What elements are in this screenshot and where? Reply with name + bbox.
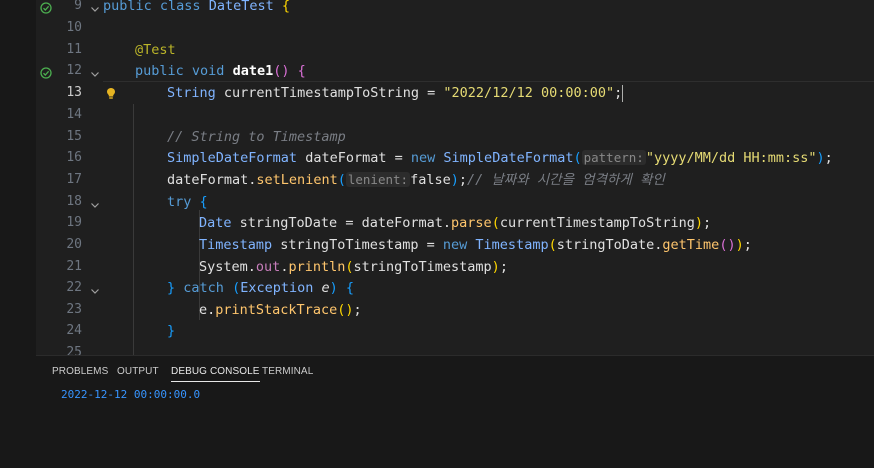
code-text: try { xyxy=(167,194,208,210)
line-number: 14 xyxy=(66,107,82,122)
line-number: 18 xyxy=(66,194,82,209)
code-text: System.out.println(stringToTimestamp); xyxy=(199,259,508,275)
line-number: 22 xyxy=(66,280,82,295)
code-line-13[interactable]: 13 String currentTimestampToString = "20… xyxy=(36,82,874,104)
tab-problems[interactable]: PROBLEMS xyxy=(52,366,108,377)
code-line-17[interactable]: 17 dateFormat.setLenient(lenient: false);… xyxy=(36,169,874,191)
line-number: 20 xyxy=(66,237,82,252)
line-number: 16 xyxy=(66,150,82,165)
code-text: String currentTimestampToString = "2022/… xyxy=(167,84,624,102)
parameter-hint: lenient: xyxy=(345,172,411,187)
code-text: e.printStackTrace(); xyxy=(199,302,362,318)
code-text: } xyxy=(167,323,176,339)
check-circle-icon[interactable] xyxy=(40,0,52,14)
text-cursor xyxy=(622,84,624,102)
tab-output[interactable]: OUTPUT xyxy=(117,366,159,377)
code-line-9[interactable]: 9 public class DateTest { xyxy=(36,0,874,17)
code-line-25[interactable]: 25 xyxy=(36,342,874,355)
parameter-hint: pattern: xyxy=(581,150,646,165)
chevron-down-icon[interactable] xyxy=(89,282,101,294)
code-line-23[interactable]: 23 e.printStackTrace(); xyxy=(36,299,874,321)
line-number: 9 xyxy=(74,0,82,13)
line-number: 11 xyxy=(66,42,82,57)
line-number: 13 xyxy=(66,85,82,100)
code-line-24[interactable]: 24 } xyxy=(36,320,874,342)
code-line-20[interactable]: 20 Timestamp stringToTimestamp = new Tim… xyxy=(36,234,874,256)
code-text: // String to Timestamp xyxy=(167,129,346,145)
line-number: 17 xyxy=(66,172,82,187)
code-line-18[interactable]: 18 try { xyxy=(36,191,874,213)
chevron-down-icon[interactable] xyxy=(89,0,101,12)
line-number: 15 xyxy=(66,129,82,144)
code-text: @Test xyxy=(135,42,176,58)
code-text: public void date1() { xyxy=(135,63,306,79)
code-line-15[interactable]: 15 // String to Timestamp xyxy=(36,126,874,148)
console-output-line: 2022-12-12 00:00:00.0 xyxy=(61,388,201,401)
code-text: Date stringToDate = dateFormat.parse(cur… xyxy=(199,215,712,231)
code-text: dateFormat.setLenient(lenient: false);// … xyxy=(167,172,665,188)
code-line-21[interactable]: 21 System.out.println(stringToTimestamp)… xyxy=(36,256,874,278)
chevron-down-icon[interactable] xyxy=(89,196,101,208)
line-number: 21 xyxy=(66,259,82,274)
code-editor[interactable]: 9 public class DateTest { 10 11 @Test 12… xyxy=(36,0,874,355)
line-number: 23 xyxy=(66,302,82,317)
code-line-19[interactable]: 19 Date stringToDate = dateFormat.parse(… xyxy=(36,212,874,234)
line-number: 25 xyxy=(66,345,82,355)
activity-bar xyxy=(0,0,36,468)
line-number: 24 xyxy=(66,323,82,338)
code-line-12[interactable]: 12 public void date1() { xyxy=(36,60,874,82)
code-text: } catch (Exception e) { xyxy=(167,280,355,296)
lightbulb-icon[interactable] xyxy=(105,85,117,99)
code-line-16[interactable]: 16 SimpleDateFormat dateFormat = new Sim… xyxy=(36,147,874,169)
code-text: public class DateTest { xyxy=(103,0,291,14)
tab-debug-console[interactable]: DEBUG CONSOLE xyxy=(171,366,260,382)
line-number: 10 xyxy=(66,20,82,35)
check-circle-icon[interactable] xyxy=(40,64,52,79)
code-text: SimpleDateFormat dateFormat = new Simple… xyxy=(167,150,833,166)
line-number: 19 xyxy=(66,215,82,230)
code-line-11[interactable]: 11 @Test xyxy=(36,39,874,61)
code-line-14[interactable]: 14 xyxy=(36,104,874,126)
line-number: 12 xyxy=(66,63,82,78)
code-line-10[interactable]: 10 xyxy=(36,17,874,39)
bottom-panel: PROBLEMS OUTPUT DEBUG CONSOLE TERMINAL 2… xyxy=(36,355,874,468)
code-line-22[interactable]: 22 } catch (Exception e) { xyxy=(36,277,874,299)
code-text: Timestamp stringToTimestamp = new Timest… xyxy=(199,237,752,253)
tab-terminal[interactable]: TERMINAL xyxy=(262,366,313,377)
chevron-down-icon[interactable] xyxy=(89,65,101,77)
